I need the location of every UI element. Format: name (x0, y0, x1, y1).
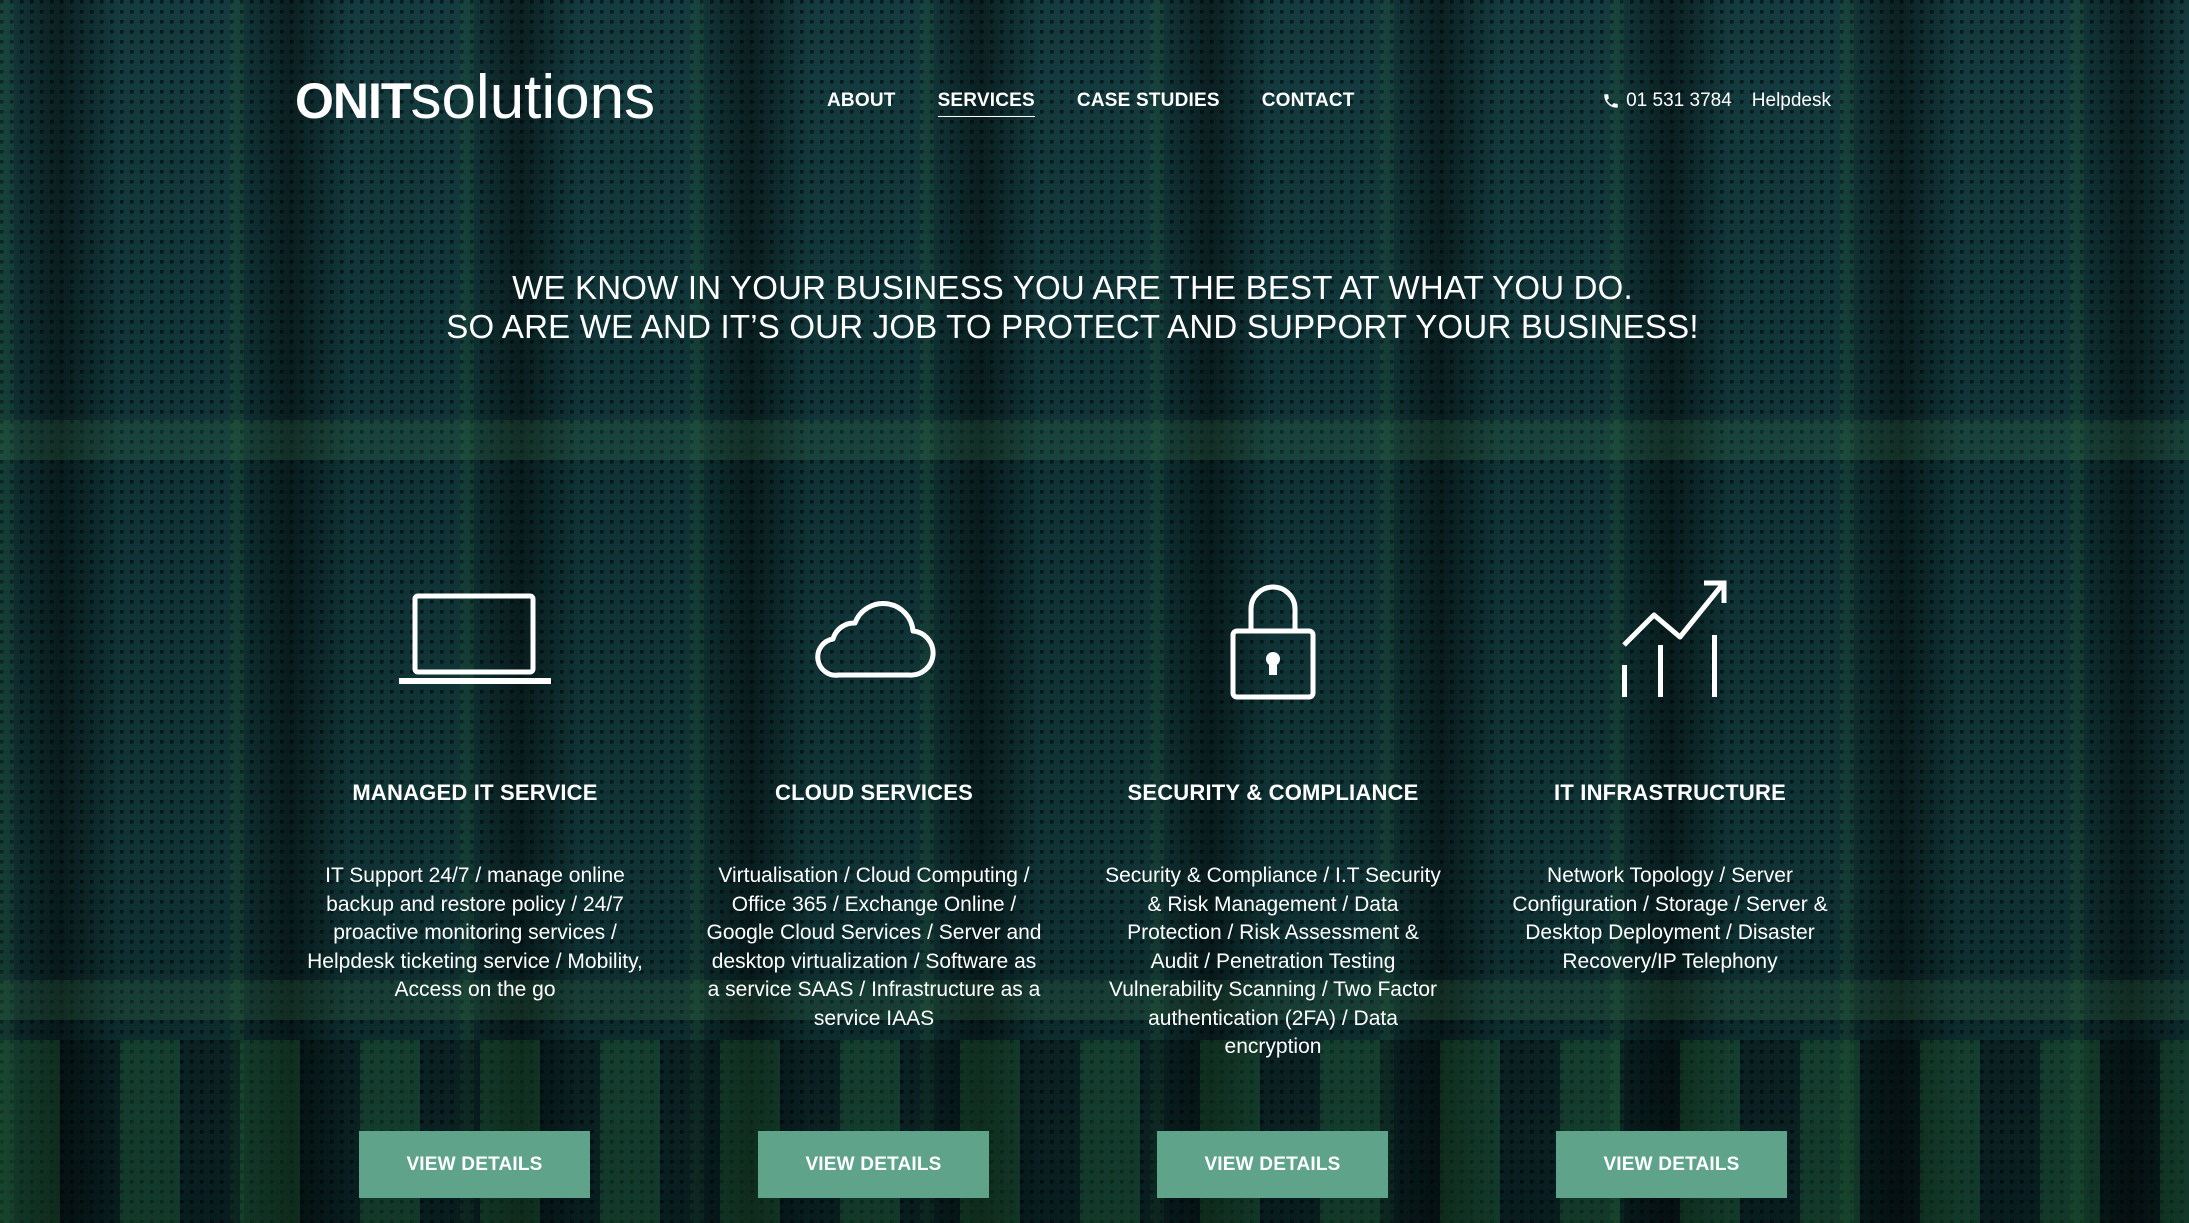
logo-bold: onit (295, 73, 411, 129)
service-description: Security & Compliance / I.T Security & R… (1105, 864, 1441, 1058)
service-description: IT Support 24/7 / manage online backup a… (307, 864, 643, 1001)
laptop-icon (305, 575, 645, 705)
service-description: Network Topology / Server Configuration … (1512, 864, 1828, 973)
hero-line-2: SO ARE WE AND IT’S OUR JOB TO PROTECT AN… (446, 308, 1699, 345)
phone-number: 01 531 3784 (1626, 90, 1732, 111)
cloud-icon (704, 575, 1044, 705)
helpdesk-link[interactable]: Helpdesk (1752, 90, 1831, 112)
service-title: MANAGED IT SERVICE (352, 780, 598, 805)
main-nav: ABOUT SERVICES CASE STUDIES CONTACT (827, 90, 1355, 117)
view-details-cloud-button[interactable]: VIEW DETAILS (758, 1131, 989, 1198)
view-details-security-button[interactable]: VIEW DETAILS (1157, 1131, 1388, 1198)
service-infrastructure: IT INFRASTRUCTURE Network Topology / Ser… (1500, 575, 1840, 973)
growth-chart-icon (1500, 575, 1840, 705)
service-cloud: CLOUD SERVICES Virtualisation / Cloud Co… (704, 575, 1044, 1030)
onit-solutions-logo[interactable]: onit solutions (295, 62, 655, 132)
phone-link[interactable]: 01 531 3784 (1602, 90, 1732, 112)
nav-about[interactable]: ABOUT (827, 90, 896, 117)
nav-services[interactable]: SERVICES (937, 90, 1035, 117)
lock-icon (1103, 575, 1443, 705)
service-title: SECURITY & COMPLIANCE (1127, 780, 1419, 805)
logo-light: solutions (410, 63, 656, 132)
hero-line-1: WE KNOW IN YOUR BUSINESS YOU ARE THE BES… (512, 269, 1633, 306)
service-security: SECURITY & COMPLIANCE Security & Complia… (1103, 575, 1443, 1058)
header-contact: 01 531 3784 Helpdesk (1602, 90, 1831, 112)
view-details-infrastructure-button[interactable]: VIEW DETAILS (1556, 1131, 1787, 1198)
service-description: Virtualisation / Cloud Computing / Offic… (706, 864, 1042, 1030)
nav-contact[interactable]: CONTACT (1262, 90, 1355, 117)
service-title: IT INFRASTRUCTURE (1554, 780, 1786, 805)
nav-case-studies[interactable]: CASE STUDIES (1077, 90, 1220, 117)
hero-tagline: WE KNOW IN YOUR BUSINESS YOU ARE THE BES… (0, 268, 2145, 346)
service-managed-it: MANAGED IT SERVICE IT Support 24/7 / man… (305, 575, 645, 1001)
service-title: CLOUD SERVICES (775, 780, 973, 805)
view-details-managed-it-button[interactable]: VIEW DETAILS (359, 1131, 590, 1198)
phone-icon (1604, 94, 1618, 108)
